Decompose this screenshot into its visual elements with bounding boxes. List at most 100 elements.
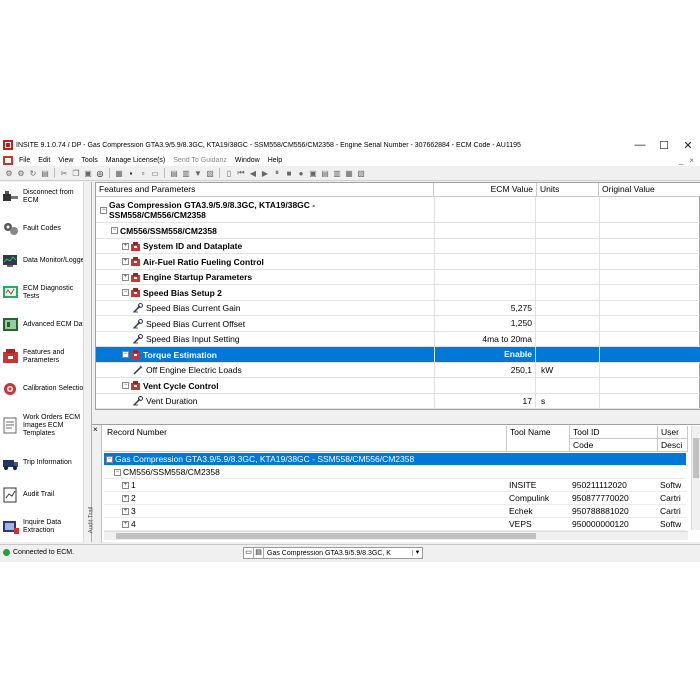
- pause-icon[interactable]: ⏸: [272, 168, 282, 178]
- audit-row[interactable]: +4 VEPS 950000000120 Softw: [104, 518, 686, 531]
- sidebar-item-calibration-selection[interactable]: Calibration Selection: [0, 374, 90, 404]
- collapse-icon[interactable]: −: [114, 469, 121, 477]
- parameter-row[interactable]: + Engine Startup Parameters: [96, 269, 700, 285]
- chevron-down-icon[interactable]: ▼: [412, 550, 422, 556]
- menu-send-to-guidanz[interactable]: Send To Guidanz: [169, 157, 231, 164]
- ecm-value-cell[interactable]: 250,1: [434, 362, 536, 378]
- col-header-units[interactable]: Units: [537, 183, 599, 197]
- copy-icon[interactable]: ❐: [71, 168, 81, 178]
- audit-row[interactable]: − CM556/SSM558/CM2358: [104, 466, 686, 479]
- col-header-tool-id[interactable]: Tool ID: [570, 426, 658, 439]
- parameter-row[interactable]: Speed Bias Current Offset 1,250: [96, 316, 700, 332]
- sidebar-item-audit-trail[interactable]: Audit Trail: [0, 480, 90, 510]
- compare-icon[interactable]: ▥: [181, 168, 191, 178]
- document-icon[interactable]: ▯: [224, 168, 234, 178]
- rewind-icon[interactable]: ◀: [248, 168, 258, 178]
- collapse-icon[interactable]: −: [111, 227, 118, 235]
- ecm-value-cell[interactable]: 17: [434, 393, 536, 409]
- doc-menu-icon[interactable]: [3, 155, 13, 165]
- sidebar-item-trip-information[interactable]: Trip Information: [0, 448, 90, 478]
- audit-vertical-scrollbar[interactable]: [691, 426, 700, 530]
- menu-edit[interactable]: Edit: [34, 157, 54, 164]
- paste-icon[interactable]: ▣: [83, 168, 93, 178]
- sidebar-item-data-monitor[interactable]: Data Monitor/Logger: [0, 246, 90, 276]
- collapse-icon[interactable]: −: [122, 289, 129, 297]
- parameter-row[interactable]: Vent Duration 17 s: [96, 393, 700, 409]
- stop-icon[interactable]: ■: [284, 168, 294, 178]
- expand-icon[interactable]: +: [122, 508, 129, 516]
- chart-icon[interactable]: ▥: [332, 168, 342, 178]
- expand-icon[interactable]: +: [122, 521, 129, 529]
- col-header-original-value[interactable]: Original Value: [599, 183, 700, 197]
- ecm-value-cell[interactable]: 1,250: [434, 316, 536, 332]
- maximize-button[interactable]: ☐: [652, 139, 676, 152]
- parameter-row[interactable]: + Air-Fuel Ratio Fueling Control: [96, 254, 700, 270]
- collapse-icon[interactable]: −: [100, 206, 107, 214]
- audit-row[interactable]: +2 Compulink 950877770020 Cartri: [104, 492, 686, 505]
- menu-manage-licenses[interactable]: Manage License(s): [102, 157, 170, 164]
- scroll-thumb[interactable]: [693, 438, 699, 478]
- audit-close-button[interactable]: ×: [93, 425, 98, 434]
- expand-icon[interactable]: +: [122, 258, 129, 266]
- parameter-row[interactable]: + System ID and Dataplate: [96, 238, 700, 254]
- menu-file[interactable]: File: [15, 157, 34, 164]
- minimize-button[interactable]: —: [628, 139, 652, 151]
- table-icon[interactable]: ▦: [344, 168, 354, 178]
- scroll-thumb[interactable]: [116, 533, 536, 539]
- disconnect-toolbar-icon[interactable]: ⚙: [16, 168, 26, 178]
- sidebar-item-fault-codes[interactable]: Fault Codes: [0, 214, 90, 244]
- col-header-features[interactable]: Features and Parameters: [96, 183, 434, 197]
- open-icon[interactable]: ▤: [40, 168, 50, 178]
- audit-row[interactable]: +3 Echek 950788881020 Cartri: [104, 505, 686, 518]
- export-icon[interactable]: ▭: [150, 168, 160, 178]
- ecm-value-cell[interactable]: Enable: [434, 347, 536, 363]
- sidebar-item-work-orders[interactable]: Work Orders ECM Images ECM Templates: [0, 406, 90, 446]
- template-icon[interactable]: ▧: [205, 168, 215, 178]
- expand-icon[interactable]: +: [122, 495, 129, 503]
- filter-icon[interactable]: ▼: [193, 168, 203, 178]
- report-icon[interactable]: ▤: [169, 168, 179, 178]
- audit-row[interactable]: +1 INSITE 950211112020 Softw: [104, 479, 686, 492]
- monitor-icon[interactable]: ▣: [308, 168, 318, 178]
- properties-icon[interactable]: ▦: [114, 168, 124, 178]
- sidebar-item-features-parameters[interactable]: Features and Parameters: [0, 342, 90, 372]
- collapse-icon[interactable]: −: [122, 351, 129, 359]
- refresh-icon[interactable]: ↻: [28, 168, 38, 178]
- collapse-icon[interactable]: −: [122, 382, 129, 390]
- play-icon[interactable]: ▶: [260, 168, 270, 178]
- cut-icon[interactable]: ✂: [59, 168, 69, 178]
- parameter-row[interactable]: − Vent Cycle Control: [96, 378, 700, 394]
- col-header-ecm-value[interactable]: ECM Value: [434, 183, 537, 197]
- parameter-row[interactable]: − CM556/SSM558/CM2358: [96, 223, 700, 239]
- collapse-icon[interactable]: −: [106, 456, 113, 464]
- close-button[interactable]: ✕: [676, 139, 700, 152]
- parameter-row[interactable]: − Gas Compression GTA3.9/5.9/8.3GC, KTA19…: [96, 197, 700, 223]
- sidebar-item-disconnect[interactable]: Disconnect from ECM: [0, 182, 90, 212]
- col-header-user[interactable]: User: [658, 426, 688, 439]
- log-icon[interactable]: ▤: [320, 168, 330, 178]
- expand-icon[interactable]: +: [122, 273, 129, 281]
- col-header-record-number[interactable]: Record Number: [104, 426, 507, 452]
- grid-icon[interactable]: ▧: [356, 168, 366, 178]
- ecm-value-cell[interactable]: 5,275: [434, 300, 536, 316]
- menu-help[interactable]: Help: [264, 157, 286, 164]
- task-doc-icon[interactable]: ▤: [254, 548, 264, 558]
- ecm-value-cell[interactable]: 4ma to 20ma: [434, 331, 536, 347]
- parameter-row[interactable]: Speed Bias Input Setting 4ma to 20ma: [96, 331, 700, 347]
- menu-tools[interactable]: Tools: [77, 157, 101, 164]
- connect-icon[interactable]: ⚙: [4, 168, 14, 178]
- menu-view[interactable]: View: [54, 157, 77, 164]
- first-icon[interactable]: ⏮: [236, 168, 246, 178]
- parameter-row[interactable]: − Torque Estimation Enable: [96, 347, 700, 363]
- audit-row[interactable]: − Gas Compression GTA3.9/5.9/8.3GC, KTA19…: [104, 453, 686, 466]
- print-icon[interactable]: ▫: [138, 168, 148, 178]
- expand-icon[interactable]: +: [122, 482, 129, 490]
- sidebar-item-advanced-ecm-data[interactable]: Advanced ECM Data: [0, 310, 90, 340]
- sidebar-item-ecm-diagnostic-tests[interactable]: ECM Diagnostic Tests: [0, 278, 90, 308]
- task-restore-icon[interactable]: ▭: [244, 548, 254, 558]
- mdi-minimize-button[interactable]: _: [679, 156, 683, 165]
- audit-horizontal-scrollbar[interactable]: [104, 531, 688, 540]
- sidebar-item-inquire-data-extraction[interactable]: Inquire Data Extraction: [0, 512, 90, 542]
- menu-window[interactable]: Window: [231, 157, 264, 164]
- sidebar-scrollbar[interactable]: [83, 182, 91, 542]
